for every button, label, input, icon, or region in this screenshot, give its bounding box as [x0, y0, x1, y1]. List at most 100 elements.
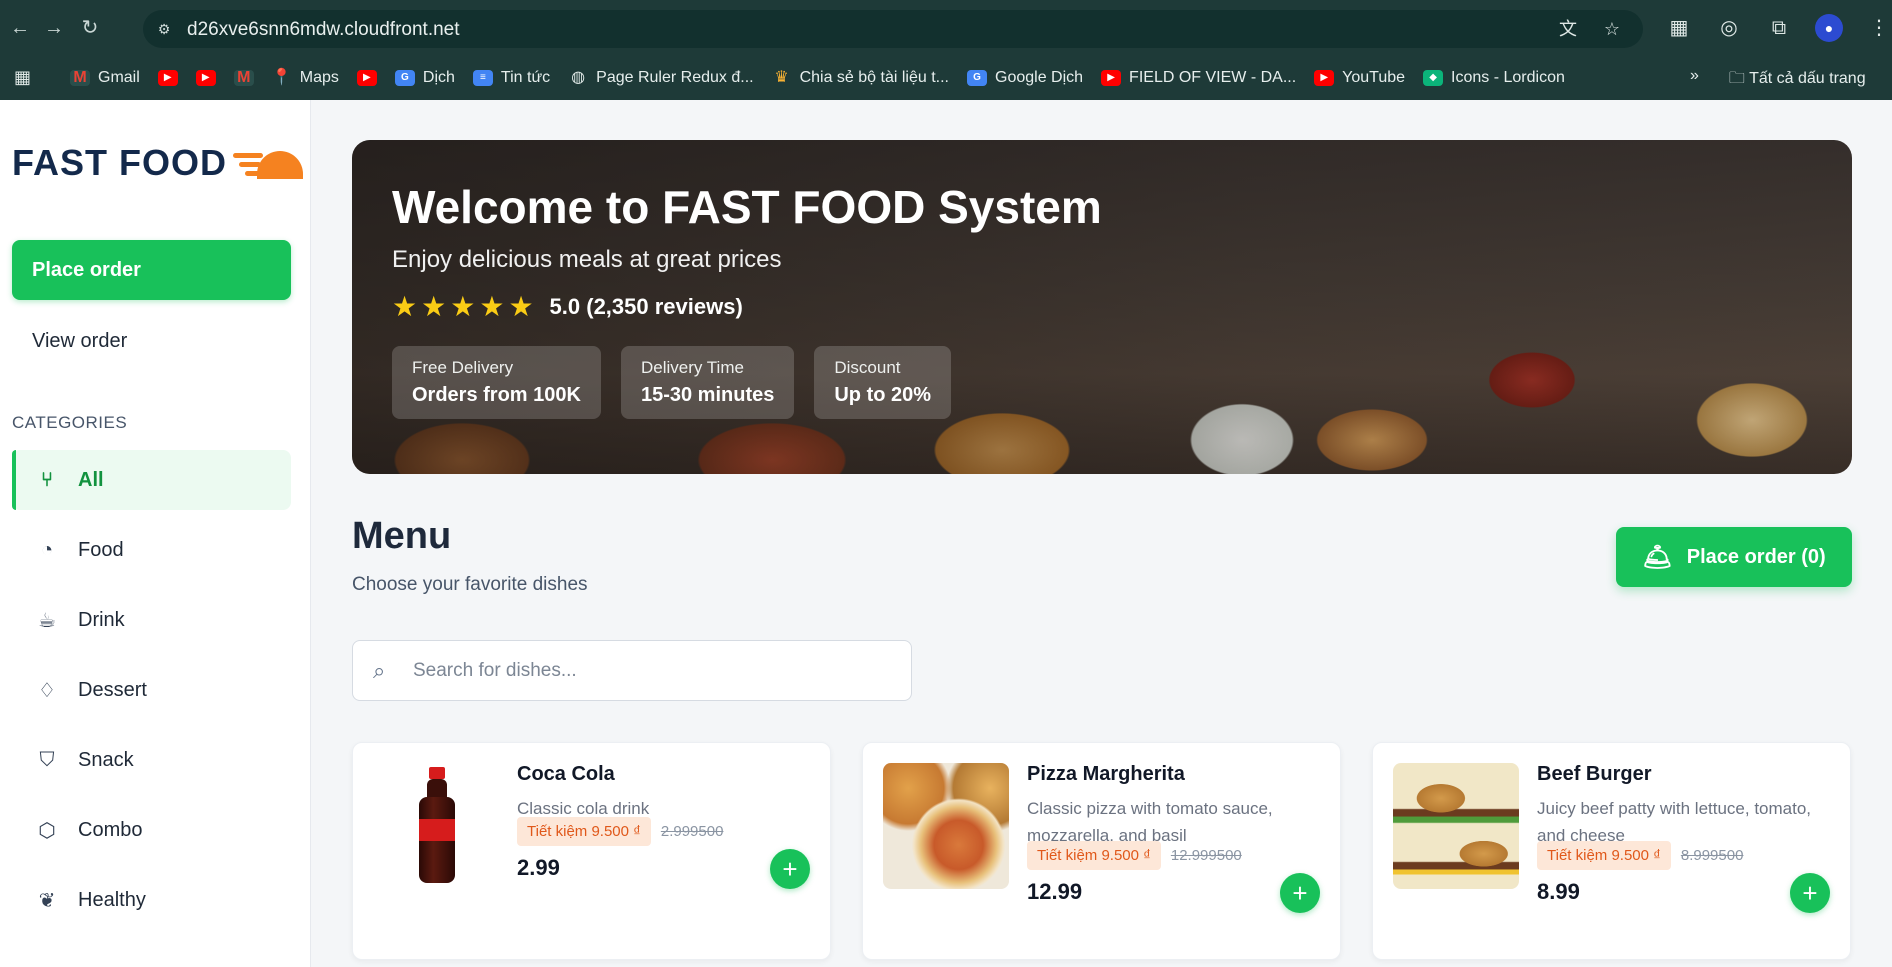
bookmark-label: Maps — [299, 69, 339, 86]
place-order-cart-button[interactable]: 🛎 Place order (0) — [1616, 527, 1852, 587]
add-to-cart-button[interactable]: + — [1280, 873, 1320, 913]
forward-icon[interactable]: → — [42, 16, 66, 40]
bookmark-item[interactable]: 📍 Maps — [272, 69, 339, 87]
bookmark-item[interactable]: ▶ — [157, 70, 178, 86]
fork-knife-icon: ⑂ — [41, 468, 53, 491]
bookmark-item[interactable]: ▶ YouTube — [1314, 69, 1405, 87]
qr-code-icon[interactable]: ▦ — [1665, 14, 1693, 42]
address-url[interactable]: d26xve6snn6mdw.cloudfront.net — [187, 19, 460, 41]
gmail-icon: M — [233, 70, 254, 86]
bookmark-star-icon[interactable]: ☆ — [1601, 18, 1623, 40]
site-settings-icon[interactable]: ⚙ — [153, 18, 175, 40]
hero-rating: ★ ★ ★ ★ ★ 5.0 (2,350 reviews) — [392, 292, 1102, 322]
news-icon: ≡ — [472, 70, 493, 86]
star-icon: ★ — [392, 291, 418, 322]
category-item-snack[interactable]: ⛉ Snack — [12, 730, 291, 790]
fast-food-logo[interactable]: FAST FOOD — [12, 142, 303, 184]
category-item-drink[interactable]: ☕ Drink — [12, 590, 291, 650]
category-label: Drink — [78, 608, 125, 631]
badge-label: Delivery Time — [640, 358, 744, 377]
logo-text: FAST FOOD — [12, 142, 227, 183]
globe-icon: ◍ — [571, 69, 586, 86]
address-bar[interactable]: ⚙ d26xve6snn6mdw.cloudfront.net 文 ☆ — [143, 10, 1643, 48]
bookmark-item[interactable]: ▶ FIELD OF VIEW - DA... — [1101, 69, 1296, 87]
bookmark-item[interactable]: ▶ — [195, 70, 216, 86]
menu-item-price: 12.99 — [1027, 879, 1083, 904]
category-item-all[interactable]: ⑂ All — [12, 450, 291, 510]
maps-icon: 📍 — [271, 69, 292, 86]
reader-icon[interactable]: ◎ — [1715, 14, 1743, 42]
badge-value: Up to 20% — [834, 384, 932, 406]
bookmark-item[interactable]: ≡ Tin tức — [472, 69, 550, 87]
bookmark-label: Chia sẻ bộ tài liệu t... — [799, 69, 949, 86]
original-price: 2.999500 — [660, 823, 724, 840]
badge-label: Free Delivery — [412, 358, 514, 377]
bookmark-item[interactable]: M — [233, 70, 254, 86]
saving-badge: Tiết kiệm 9.500 ₫ — [1537, 841, 1671, 870]
ice-cream-icon: ♢ — [38, 679, 56, 702]
bookmarks-bar: ▦ M Gmail ▶ ▶ M 📍 Maps ▶ G Dịch ≡ Tin tức ◍ Page Rule… — [0, 56, 1892, 100]
bookmark-item[interactable]: ▶ — [356, 70, 377, 86]
translate-icon[interactable]: 文 — [1557, 18, 1579, 40]
category-item-food[interactable]: ◔ Food — [12, 520, 291, 580]
menu-items-grid: Coca Cola Classic cola drink Tiết kiệm 9.5… — [352, 742, 1851, 960]
extensions-bar: ▦ ◎ ⧉ ● ⋮ — [1665, 14, 1892, 42]
place-order-nav-button[interactable]: Place order — [12, 240, 291, 300]
category-item-dessert[interactable]: ♢ Dessert — [12, 660, 291, 720]
add-to-cart-button[interactable]: + — [1790, 873, 1830, 913]
category-label: Healthy — [78, 888, 146, 911]
original-price: 8.999500 — [1680, 847, 1744, 864]
extensions-puzzle-icon[interactable]: ⧉ — [1765, 14, 1793, 42]
bookmark-label: Page Ruler Redux đ... — [596, 69, 754, 86]
bookmark-item[interactable]: G Google Dịch — [967, 69, 1083, 87]
saving-badge: Tiết kiệm 9.500 ₫ — [517, 817, 651, 846]
menu-item-card[interactable]: Pizza Margherita Classic pizza with tomat… — [862, 742, 1341, 960]
star-icon: ★ — [479, 291, 505, 322]
bookmark-label: FIELD OF VIEW - DA... — [1129, 69, 1297, 86]
box-icon: ⬡ — [38, 819, 56, 842]
menu-title: Menu — [352, 515, 452, 557]
hero-info-badge: Free Delivery Orders from 100K — [392, 346, 601, 419]
bookmark-item[interactable]: ♛ Chia sẻ bộ tài liệu t... — [772, 69, 949, 87]
menu-item-price: 2.99 — [517, 855, 560, 880]
bookmark-item[interactable]: ◆ Icons - Lordicon — [1423, 69, 1565, 87]
bookmark-label: Gmail — [98, 69, 140, 86]
menu-item-card[interactable]: Coca Cola Classic cola drink Tiết kiệm 9.5… — [352, 742, 831, 960]
rating-text: 5.0 (2,350 reviews) — [549, 294, 743, 319]
dish-search-box[interactable]: ⌕ — [352, 640, 912, 701]
hero-subtitle: Enjoy delicious meals at great prices — [392, 246, 782, 273]
youtube-icon: ▶ — [1314, 70, 1335, 86]
star-icon: ★ — [508, 291, 534, 322]
category-label: Combo — [78, 818, 143, 841]
menu-item-name: Pizza Margherita — [1027, 763, 1185, 785]
apps-grid-icon[interactable]: ▦ — [14, 66, 36, 88]
bookmark-label: Dịch — [422, 69, 455, 86]
badge-value: 15-30 minutes — [640, 384, 775, 406]
category-list: ⑂ All ◔ Food ☕ Drink ♢ Dessert ⛉ Snack ⬡ Combo ❦ Heal… — [12, 450, 291, 940]
cookie-icon: ◔ — [40, 538, 54, 561]
bookmark-item[interactable]: G Dịch — [394, 69, 455, 87]
dish-search-input[interactable] — [413, 653, 893, 689]
category-item-healthy[interactable]: ❦ Healthy — [12, 870, 291, 930]
menu-item-card[interactable]: Beef Burger Juicy beef patty with lettuce… — [1372, 742, 1851, 960]
reload-icon[interactable]: ↻ — [78, 16, 102, 40]
translate-icon: G — [967, 70, 987, 86]
view-order-nav-link[interactable]: View order — [32, 330, 127, 353]
bookmark-item[interactable]: M Gmail — [70, 69, 140, 87]
cola-bottle-image — [419, 767, 455, 885]
youtube-icon: ▶ — [1101, 70, 1122, 86]
bookmarks-overflow-icon[interactable]: » — [1690, 67, 1699, 94]
add-to-cart-button[interactable]: + — [770, 849, 810, 889]
back-icon[interactable]: ← — [8, 16, 32, 40]
address-row: ← → ↻ ⚙ d26xve6snn6mdw.cloudfront.net 文 … — [0, 0, 1892, 56]
category-item-combo[interactable]: ⬡ Combo — [12, 800, 291, 860]
browser-menu-icon[interactable]: ⋮ — [1865, 14, 1892, 42]
logo-dome-icon — [233, 143, 303, 183]
profile-avatar[interactable]: ● — [1815, 14, 1843, 42]
youtube-icon: ▶ — [356, 70, 377, 86]
saving-badge: Tiết kiệm 9.500 ₫ — [1027, 841, 1161, 870]
all-bookmarks-folder[interactable]: 🗀 Tất cả dấu trang — [1729, 67, 1866, 94]
bookmark-item[interactable]: ◍ Page Ruler Redux đ... — [568, 69, 753, 87]
menu-subtitle: Choose your favorite dishes — [352, 574, 588, 595]
hero-banner: Welcome to FAST FOOD System Enjoy delici… — [352, 140, 1852, 474]
